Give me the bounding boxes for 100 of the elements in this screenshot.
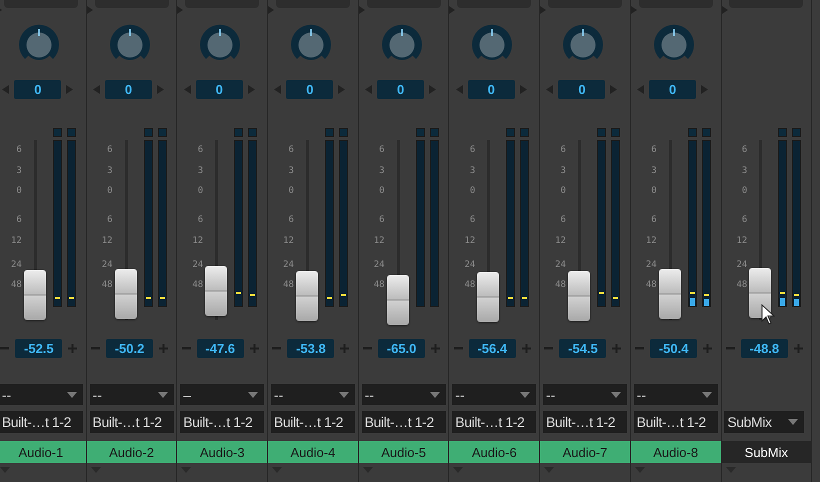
channel-name[interactable]: Audio-2 <box>86 441 176 463</box>
scale-label: 0 <box>742 187 748 196</box>
output-dropdown[interactable]: -- <box>270 384 355 405</box>
channel-name[interactable]: SubMix <box>722 441 812 463</box>
pan-value[interactable]: 0 <box>196 80 243 99</box>
right-arrow-icon[interactable] <box>701 85 708 94</box>
scale-label: 6 <box>651 216 657 225</box>
plus-icon[interactable] <box>703 344 712 353</box>
input-selector[interactable]: Built-…t 1-2 <box>362 411 446 433</box>
fader-handle[interactable] <box>386 275 409 326</box>
right-arrow-icon[interactable] <box>338 85 346 94</box>
pan-value[interactable]: 0 <box>468 80 515 99</box>
input-selector[interactable]: Built-…t 1-2 <box>0 411 83 433</box>
fader-handle[interactable] <box>296 270 318 321</box>
volume-value[interactable]: -54.5 <box>559 339 606 358</box>
volume-value[interactable]: -65.0 <box>378 339 426 358</box>
input-selector[interactable]: Built-…t 1-2 <box>90 411 174 433</box>
plus-icon[interactable] <box>522 344 531 353</box>
plus-icon[interactable] <box>612 344 622 353</box>
scale-label: 12 <box>555 237 566 246</box>
scale-label: 6 <box>560 146 566 155</box>
caret-icon[interactable] <box>86 6 93 14</box>
scale-label: 24 <box>555 261 566 270</box>
left-arrow-icon[interactable] <box>2 85 10 94</box>
fader-handle[interactable] <box>24 270 46 320</box>
input-selector[interactable]: Built-…t 1-2 <box>542 411 627 433</box>
caret-icon[interactable] <box>449 6 456 14</box>
left-arrow-icon[interactable] <box>456 85 463 94</box>
fader-handle[interactable] <box>477 272 500 322</box>
channel-name[interactable]: Audio-1 <box>0 441 86 463</box>
pan-value[interactable]: 0 <box>286 80 334 99</box>
output-dropdown[interactable]: -- <box>90 384 174 405</box>
plus-icon[interactable] <box>794 344 803 353</box>
fader-handle[interactable] <box>205 266 228 316</box>
caret-icon[interactable] <box>177 6 184 14</box>
plus-icon[interactable] <box>340 344 350 353</box>
plus-icon[interactable] <box>431 344 440 353</box>
volume-value[interactable]: -50.2 <box>106 339 154 358</box>
plus-icon[interactable] <box>250 344 259 353</box>
scale-label: 12 <box>736 237 748 246</box>
channel-name[interactable]: Audio-8 <box>630 441 720 463</box>
scale-label: 48 <box>192 281 204 290</box>
right-arrow-icon[interactable] <box>610 85 618 94</box>
scale-label: 12 <box>464 237 476 246</box>
output-dropdown[interactable]: -- <box>0 384 83 405</box>
pan-value[interactable]: 0 <box>14 80 62 99</box>
channel-name[interactable]: Audio-4 <box>268 441 358 463</box>
left-arrow-icon[interactable] <box>365 85 372 94</box>
fader-handle[interactable] <box>114 268 137 319</box>
caret-icon[interactable] <box>540 6 546 14</box>
output-dropdown[interactable]: -- <box>452 384 536 405</box>
fader-handle[interactable] <box>568 270 590 321</box>
caret-icon[interactable] <box>630 6 637 14</box>
channel-name[interactable]: Audio-3 <box>177 441 268 463</box>
volume-value[interactable]: -56.4 <box>468 339 516 358</box>
volume-value[interactable]: -48.8 <box>740 339 788 358</box>
caret-icon[interactable] <box>358 6 365 14</box>
pan-value[interactable]: 0 <box>377 80 424 99</box>
scale-label: 0 <box>470 187 476 196</box>
plus-icon[interactable] <box>159 344 168 353</box>
input-selector[interactable]: Built-…t 1-2 <box>452 411 536 433</box>
volume-value[interactable]: -52.5 <box>15 339 62 358</box>
left-arrow-icon[interactable] <box>274 85 282 94</box>
left-arrow-icon[interactable] <box>637 85 644 94</box>
left-arrow-icon[interactable] <box>184 85 191 94</box>
right-arrow-icon[interactable] <box>248 85 255 94</box>
right-arrow-icon[interactable] <box>157 85 164 94</box>
right-arrow-icon[interactable] <box>520 85 527 94</box>
input-selector[interactable]: Built-…t 1-2 <box>270 411 355 433</box>
pan-value[interactable]: 0 <box>558 80 606 99</box>
output-dropdown[interactable]: -- <box>634 384 718 405</box>
volume-value[interactable]: -50.4 <box>650 339 698 358</box>
pan-value[interactable]: 0 <box>649 80 696 99</box>
input-dropdown[interactable]: SubMix <box>724 411 804 433</box>
caret-icon <box>430 392 440 398</box>
scale-label: 48 <box>102 281 113 290</box>
channel-name[interactable]: Audio-6 <box>449 441 540 463</box>
fader-handle[interactable] <box>658 268 681 319</box>
channel-name[interactable]: Audio-7 <box>540 441 630 463</box>
scale-label: 3 <box>379 167 385 176</box>
left-arrow-icon[interactable] <box>546 85 554 94</box>
input-selector[interactable]: Built-…t 1-2 <box>180 411 264 433</box>
scale-label: 48 <box>283 281 294 290</box>
pan-value[interactable]: 0 <box>105 80 152 99</box>
output-dropdown[interactable]: – <box>180 384 264 405</box>
output-dropdown[interactable]: -- <box>542 384 627 405</box>
left-arrow-icon[interactable] <box>93 85 100 94</box>
caret-icon[interactable] <box>722 6 728 14</box>
scale-label: 6 <box>16 216 22 225</box>
output-dropdown[interactable]: -- <box>362 384 446 405</box>
plus-icon[interactable] <box>68 344 78 353</box>
input-selector[interactable]: Built-…t 1-2 <box>634 411 718 433</box>
right-arrow-icon[interactable] <box>66 85 74 94</box>
caret-icon[interactable] <box>268 6 274 14</box>
scale-label: 12 <box>283 237 294 246</box>
channel-name[interactable]: Audio-5 <box>358 441 448 463</box>
volume-value[interactable]: -53.8 <box>287 339 334 358</box>
scale-label: 3 <box>198 167 204 176</box>
right-arrow-icon[interactable] <box>429 85 436 94</box>
volume-value[interactable]: -47.6 <box>196 339 244 358</box>
